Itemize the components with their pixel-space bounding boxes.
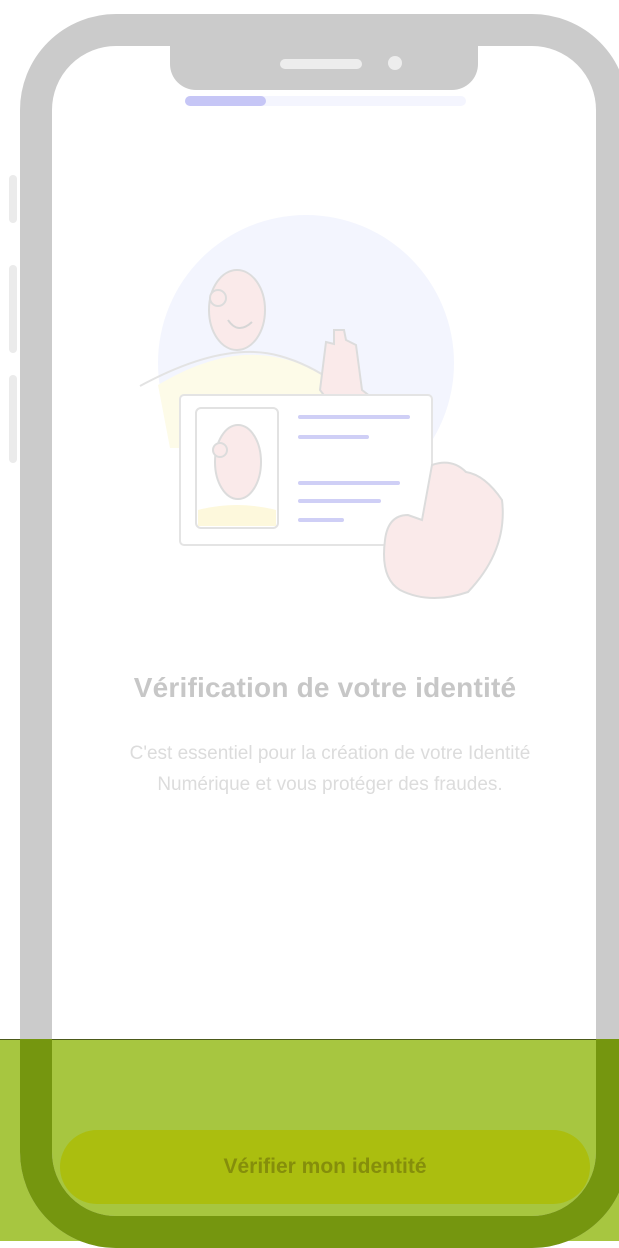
mute-switch xyxy=(9,175,17,223)
subtitle-line-2: Numérique et vous protéger des fraudes. xyxy=(157,774,503,795)
progress-fill xyxy=(185,96,267,106)
page-subtitle: C'est essentiel pour la création de votr… xyxy=(60,738,600,800)
notch xyxy=(170,44,478,90)
subtitle-line-1: C'est essentiel pour la création de votr… xyxy=(129,743,531,764)
page-title: Vérification de votre identité xyxy=(133,672,517,703)
speaker-grill xyxy=(280,59,362,69)
volume-down-button xyxy=(9,375,17,463)
front-camera xyxy=(388,56,402,70)
phone-frame xyxy=(20,14,619,1248)
progress-bar xyxy=(185,96,466,106)
volume-up-button xyxy=(9,265,17,353)
person-holding-id-card-icon xyxy=(139,215,504,600)
verify-identity-button[interactable]: Vérifier mon identité xyxy=(60,1130,590,1204)
